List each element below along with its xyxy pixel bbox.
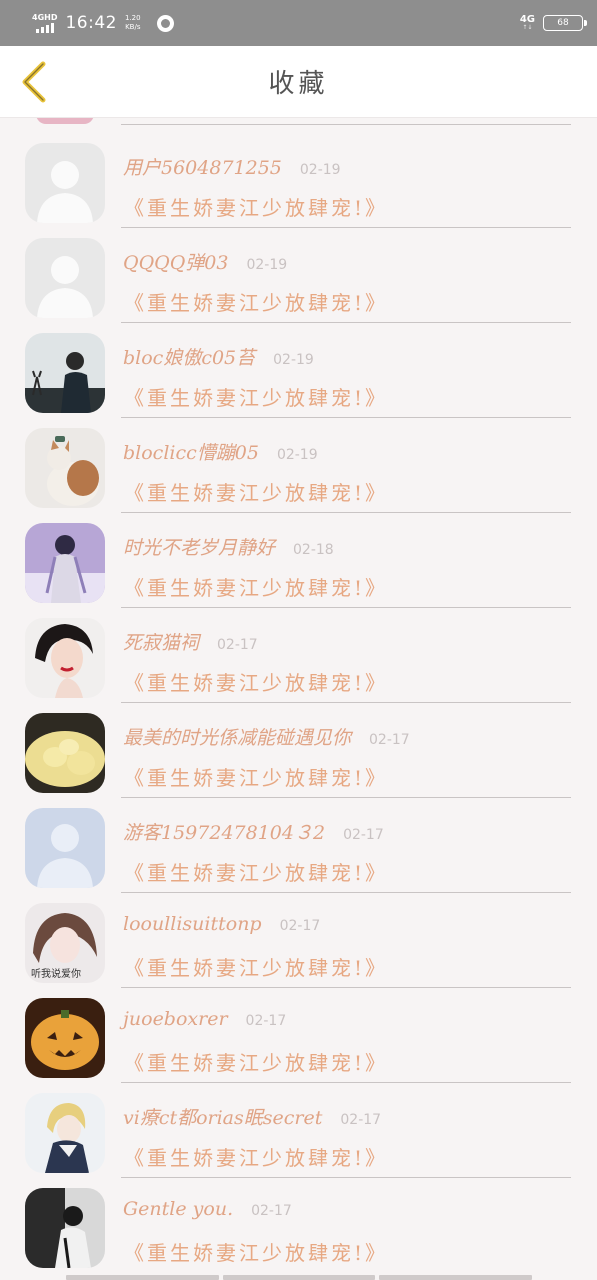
list-item[interactable]: bloclicc懵蹦05 02-19 《重生娇妻江少放肆宠!》 — [0, 410, 597, 513]
avatar-caption: 听我说爱你 — [31, 967, 81, 980]
mobile-data-indicator: 4G ↑↓ — [520, 15, 535, 31]
date-label: 02-19 — [246, 257, 288, 273]
book-title-link[interactable]: 《重生娇妻江少放肆宠!》 — [124, 762, 388, 791]
date-label: 02-17 — [251, 1203, 292, 1219]
date-label: 02-17 — [340, 1112, 382, 1128]
username[interactable]: 时光不老岁月静好 — [123, 533, 275, 560]
list-item[interactable]: Gentle you. 02-17 《重生娇妻江少放肆宠!》 — [0, 1170, 597, 1268]
avatar[interactable] — [25, 523, 105, 603]
avatar[interactable] — [25, 238, 105, 318]
avatar[interactable] — [25, 618, 105, 698]
list-item[interactable]: 用户5604871255 02-19 《重生娇妻江少放肆宠!》 — [0, 125, 597, 228]
book-title-link[interactable]: 《重生娇妻江少放肆宠!》 — [124, 952, 388, 981]
book-title-link[interactable]: 《重生娇妻江少放肆宠!》 — [124, 857, 388, 886]
avatar[interactable] — [25, 713, 105, 793]
username[interactable]: juoeboxrer — [123, 1008, 228, 1030]
favorites-list[interactable]: 用户5604871255 02-19 《重生娇妻江少放肆宠!》 QQQQ弹03 … — [0, 118, 597, 1280]
date-label: 02-18 — [293, 542, 334, 558]
list-item[interactable]: 游客15972478104３2 02-17 《重生娇妻江少放肆宠!》 — [0, 790, 597, 893]
avatar[interactable] — [25, 143, 105, 223]
username[interactable]: bloc娘傲c05苔 — [123, 343, 255, 370]
username[interactable]: bloclicc懵蹦05 — [123, 438, 259, 465]
signal-bars-icon — [35, 22, 54, 33]
battery-level: 68 — [557, 18, 569, 28]
avatar[interactable] — [25, 1188, 105, 1268]
list-item[interactable]: vi療ct都orias眠secret 02-17 《重生娇妻江少放肆宠!》 — [0, 1075, 597, 1178]
date-label: 02-17 — [369, 732, 410, 748]
book-title-link[interactable]: 《重生娇妻江少放肆宠!》 — [124, 192, 388, 221]
page-title: 收藏 — [268, 69, 329, 99]
avatar[interactable] — [25, 333, 105, 413]
date-label: 02-19 — [273, 352, 314, 368]
status-bar: 4GHD 16:42 1.20 KB/s 4G ↑↓ 68 — [0, 0, 597, 46]
book-title-link[interactable]: 《重生娇妻江少放肆宠!》 — [124, 1047, 388, 1076]
back-button[interactable] — [14, 60, 54, 104]
avatar — [36, 118, 94, 124]
date-label: 02-19 — [299, 162, 341, 178]
battery-icon: 68 — [543, 15, 587, 31]
username[interactable]: vi療ct都orias眠secret — [123, 1103, 322, 1130]
speed-value: 1.20 — [124, 14, 141, 22]
scroll-indicator — [66, 1275, 533, 1280]
date-label: 02-19 — [276, 447, 318, 463]
username[interactable]: 死寂猫祠 — [123, 628, 199, 655]
date-label: 02-17 — [343, 827, 384, 843]
book-title-link[interactable]: 《重生娇妻江少放肆宠!》 — [124, 572, 388, 601]
book-title-link[interactable]: 《重生娇妻江少放肆宠!》 — [124, 382, 388, 411]
list-item[interactable]: bloc娘傲c05苔 02-19 《重生娇妻江少放肆宠!》 — [0, 315, 597, 418]
username[interactable]: looullisuittonp — [123, 913, 262, 935]
username[interactable]: QQQQ弹03 — [123, 248, 228, 275]
username[interactable]: 用户5604871255 — [123, 153, 282, 180]
signal-indicator: 4GHD — [32, 12, 58, 33]
data-arrows-icon: ↑↓ — [522, 24, 533, 31]
username[interactable]: 最美的时光係减能碰遇见你 — [123, 723, 351, 750]
network-type-label: 4GHD — [32, 12, 58, 22]
avatar[interactable] — [25, 808, 105, 888]
avatar[interactable] — [25, 1093, 105, 1173]
globe-icon — [156, 14, 174, 32]
username[interactable]: 游客15972478104３2 — [123, 818, 325, 845]
list-item[interactable]: 死寂猫祠 02-17 《重生娇妻江少放肆宠!》 — [0, 600, 597, 703]
clock: 16:42 — [65, 13, 117, 33]
speed-unit: KB/s — [125, 23, 141, 31]
book-title-link[interactable]: 《重生娇妻江少放肆宠!》 — [124, 667, 388, 696]
book-title-link[interactable]: 《重生娇妻江少放肆宠!》 — [124, 1142, 388, 1171]
date-label: 02-17 — [217, 637, 258, 653]
list-item[interactable]: juoeboxrer 02-17 《重生娇妻江少放肆宠!》 — [0, 980, 597, 1083]
book-title-link[interactable]: 《重生娇妻江少放肆宠!》 — [124, 477, 388, 506]
header-bar: 收藏 — [0, 46, 597, 118]
list-item[interactable]: QQQQ弹03 02-19 《重生娇妻江少放肆宠!》 — [0, 220, 597, 323]
date-label: 02-17 — [245, 1013, 287, 1029]
avatar[interactable] — [25, 998, 105, 1078]
book-title-link[interactable]: 《重生娇妻江少放肆宠!》 — [124, 1237, 388, 1266]
avatar[interactable] — [25, 428, 105, 508]
date-label: 02-17 — [279, 918, 321, 934]
list-item[interactable]: 听我说爱你 looullisuittonp 02-17 《重生娇妻江少放肆宠!》 — [0, 885, 597, 988]
avatar[interactable]: 听我说爱你 — [25, 903, 105, 983]
book-title-link[interactable]: 《重生娇妻江少放肆宠!》 — [124, 287, 388, 316]
list-item[interactable]: 时光不老岁月静好 02-18 《重生娇妻江少放肆宠!》 — [0, 505, 597, 608]
network-speed: 1.20 KB/s — [125, 14, 141, 32]
username[interactable]: Gentle you. — [123, 1198, 233, 1220]
list-item[interactable]: 最美的时光係减能碰遇见你 02-17 《重生娇妻江少放肆宠!》 — [0, 695, 597, 798]
chevron-left-icon — [22, 61, 46, 103]
